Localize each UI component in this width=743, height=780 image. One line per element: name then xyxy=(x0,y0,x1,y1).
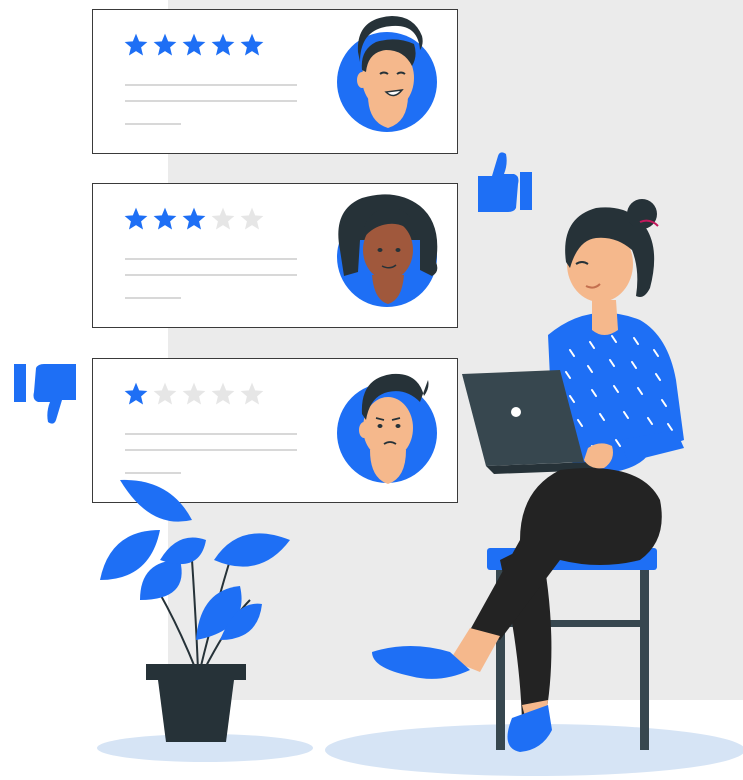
thumbs-down-icon xyxy=(14,364,76,424)
avatar-sad-man xyxy=(337,373,437,484)
potted-plant xyxy=(100,479,290,742)
avatar-neutral-woman xyxy=(337,194,438,307)
review-illustration xyxy=(0,0,743,780)
thumbs-up-icon xyxy=(478,152,532,212)
avatar-happy-man xyxy=(337,16,437,132)
illustration-layer xyxy=(14,16,743,776)
